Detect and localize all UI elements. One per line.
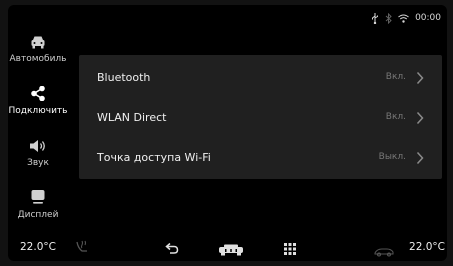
sidebar-item-vehicle[interactable]: Автомобиль (8, 27, 68, 75)
wlan-direct-row[interactable]: WLAN Direct Вкл. (79, 97, 442, 137)
sidebar-item-connect[interactable]: Подключить (8, 79, 68, 127)
car-icon (30, 27, 46, 49)
row-status: Вкл. (385, 112, 406, 122)
share-icon (31, 79, 45, 101)
row-title: Точка доступа Wi-Fi (97, 150, 211, 164)
sidebar-item-label: Автомобиль (9, 54, 67, 64)
climate-fan-icon[interactable] (374, 242, 394, 261)
screen: 00:00 Автомобиль Подключить Звук Дисплей… (8, 5, 447, 261)
sidebar-item-display[interactable]: Дисплей (8, 183, 68, 231)
bluetooth-row[interactable]: Bluetooth Вкл. (79, 57, 442, 97)
sidebar: Автомобиль Подключить Звук Дисплей (8, 27, 68, 237)
chevron-right-icon (416, 110, 424, 129)
sidebar-item-sound[interactable]: Звук (8, 131, 68, 179)
driver-temperature[interactable]: 22.0°C (20, 241, 56, 253)
sidebar-item-label: Звук (27, 158, 49, 168)
row-title: WLAN Direct (97, 110, 167, 124)
sidebar-item-label: Подключить (8, 106, 68, 116)
back-icon[interactable] (165, 240, 179, 259)
home-car-icon[interactable] (218, 241, 244, 260)
status-time: 00:00 (415, 13, 441, 23)
speaker-icon (29, 131, 47, 153)
sidebar-item-label: Дисплей (17, 210, 59, 220)
passenger-temperature[interactable]: 22.0°C (409, 241, 445, 253)
display-icon (30, 183, 46, 205)
status-bar: 00:00 (371, 11, 441, 25)
usb-icon (371, 12, 379, 24)
apps-grid-icon[interactable] (284, 240, 296, 259)
row-status: Выкл. (378, 152, 406, 162)
row-status: Вкл. (385, 72, 406, 82)
wifi-hotspot-row[interactable]: Точка доступа Wi-Fi Выкл. (79, 137, 442, 177)
bottom-bar: 22.0°C 22.0°C (8, 235, 447, 261)
wifi-icon (398, 14, 409, 23)
connections-panel: Bluetooth Вкл. WLAN Direct Вкл. Точка до… (79, 55, 442, 179)
seat-heat-icon[interactable] (74, 239, 90, 259)
chevron-right-icon (416, 70, 424, 89)
chevron-right-icon (416, 150, 424, 169)
bluetooth-icon (385, 12, 392, 24)
row-title: Bluetooth (97, 70, 151, 84)
